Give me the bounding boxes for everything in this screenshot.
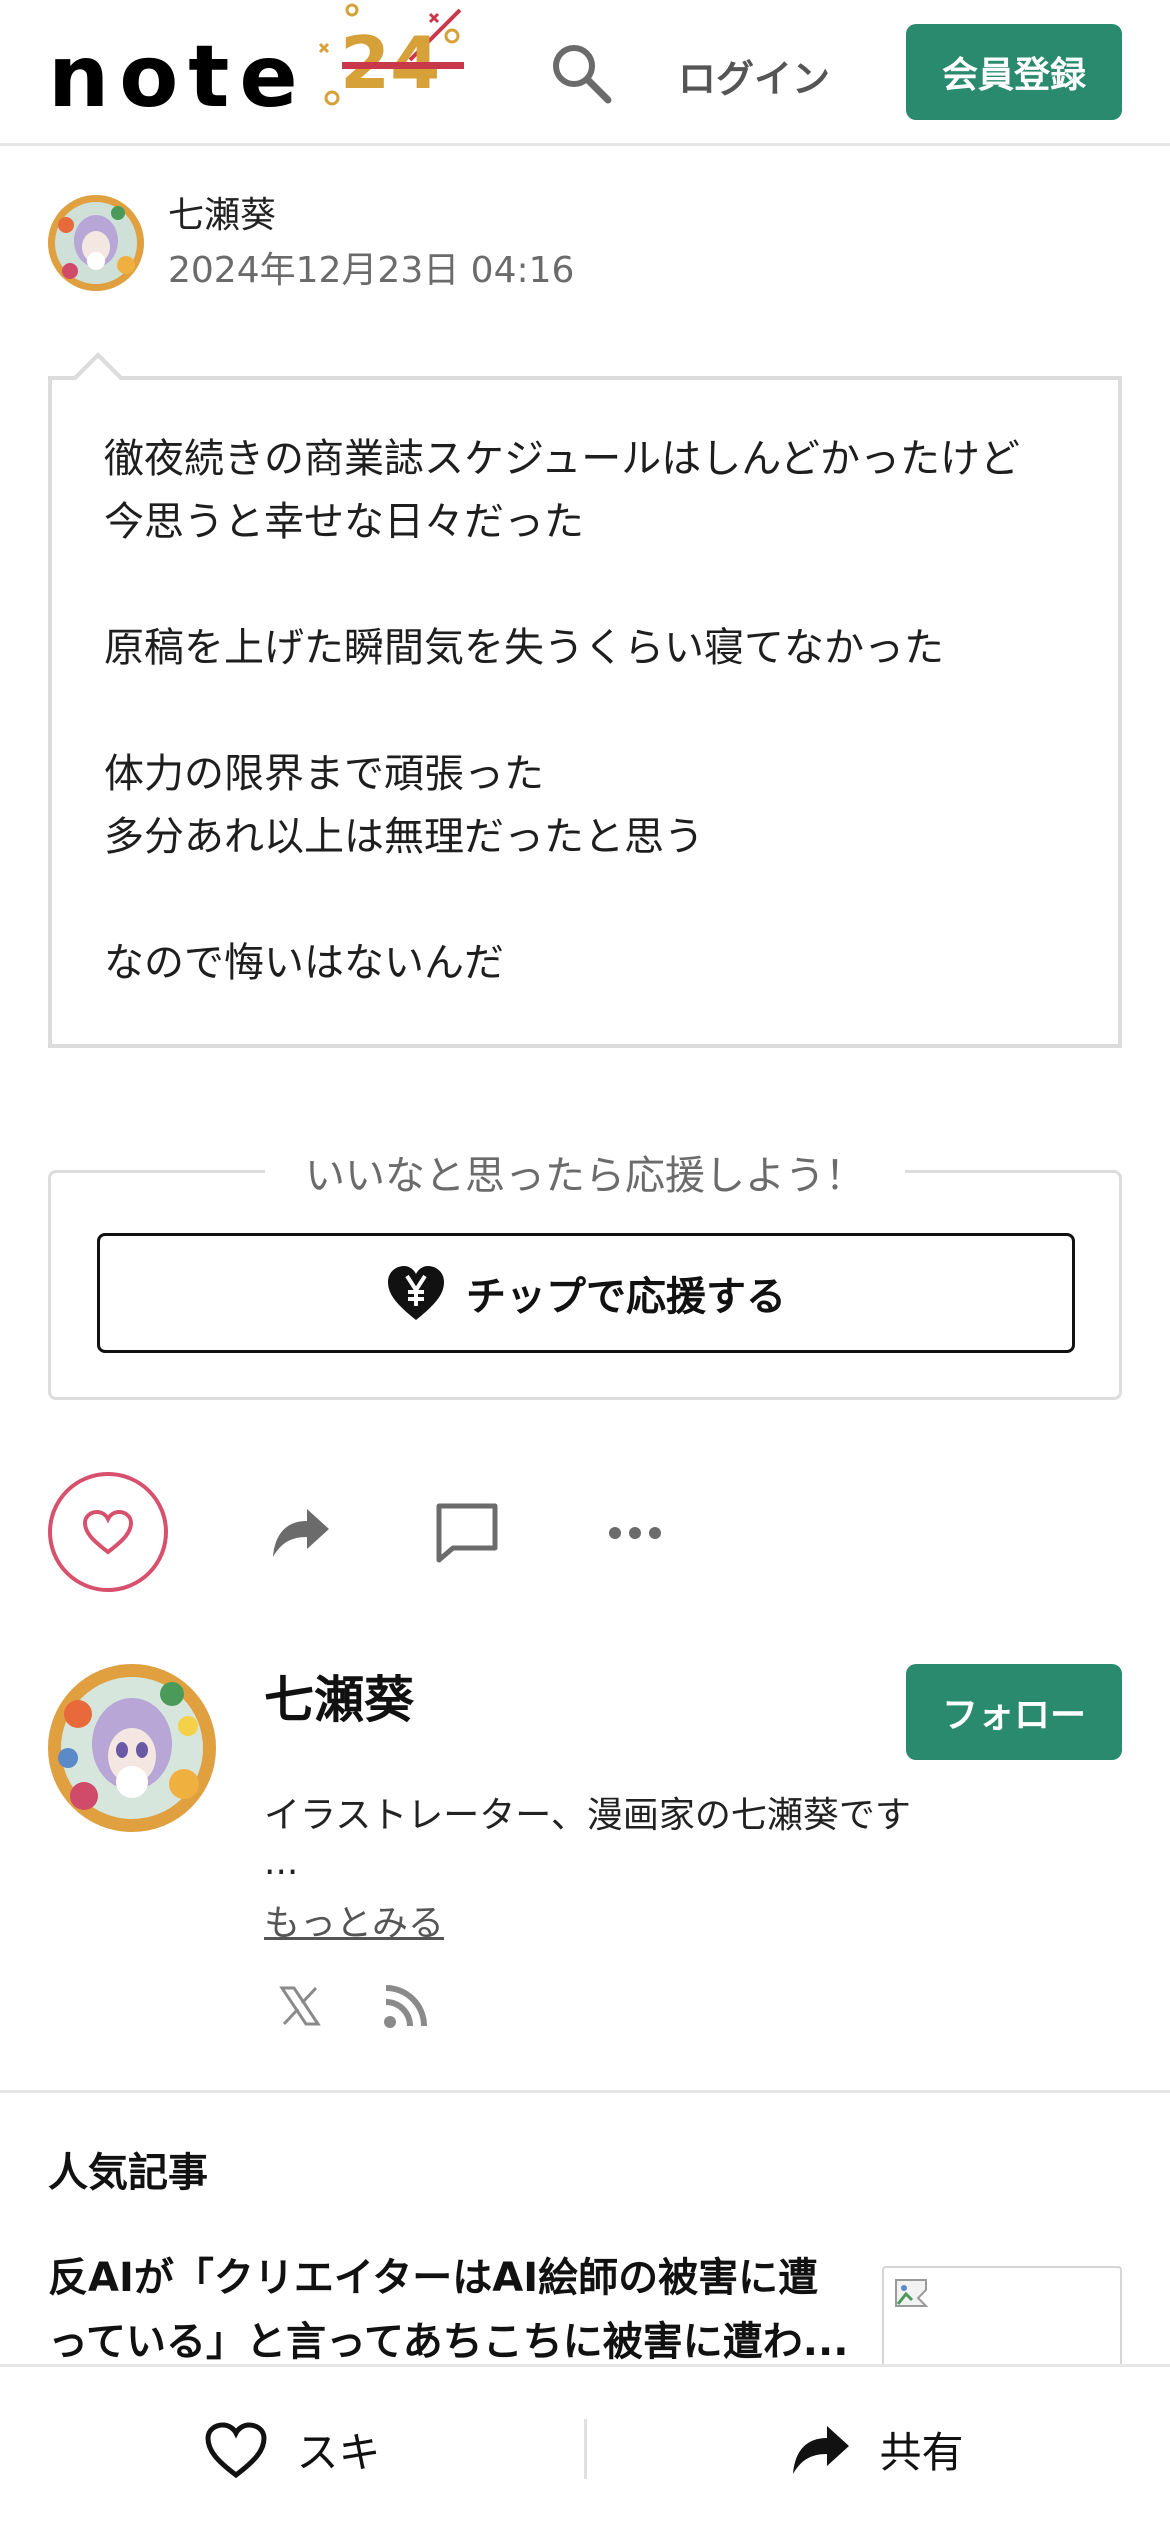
post-line [104,554,1066,617]
post-line: 徹夜続きの商業誌スケジュールはしんどかったけど [104,436,1020,482]
avatar[interactable] [48,195,144,292]
post-author[interactable]: 七瀬葵 2024年12月23日 04:16 [48,194,574,292]
bio-ellipsis: ... [264,1842,299,1883]
creator-name[interactable]: 七瀬葵 [264,1660,414,1732]
follow-button[interactable]: フォロー [906,1664,1122,1760]
heart-icon [205,2421,267,2478]
section-divider [0,2090,1170,2093]
like-button[interactable] [48,1472,168,1592]
x-icon[interactable] [270,1976,330,2036]
post-line: 原稿を上げた瞬間気を失うくらい寝てなかった [104,625,944,671]
popular-articles-heading: 人気記事 [48,2150,208,2196]
creator-bio: イラストレーター、漫画家の七瀬葵です [264,1795,911,1836]
login-link[interactable]: ログイン [678,48,830,103]
bottom-like-button[interactable]: スキ [0,2367,585,2532]
author-name[interactable]: 七瀬葵 [168,194,574,237]
note-logo[interactable]: note [48,22,308,132]
tip-button-label: チップで応援する [466,1274,786,1320]
yen-heart-icon [388,1266,444,1320]
post-line: 多分あれ以上は無理だったと思う [104,814,704,860]
tip-section: いいなと思ったら応援しよう！ チップで応援する [48,1153,1122,1400]
broken-image-icon [895,2279,929,2307]
heart-icon [82,1509,134,1555]
read-more-link[interactable]: もっとみる [264,1894,444,1946]
post-line: なので悔いはないんだ [104,940,504,986]
post-date: 2024年12月23日 04:16 [168,250,575,292]
popular-article-title[interactable]: 反AIが「クリエイターはAI絵師の被害に遭 っている」と言ってあちこちに被害に遭… [48,2246,868,2374]
logo-text: note [48,27,308,127]
header: note 24 ログイン 会員登録 [0,0,1170,146]
article-title-line: 反AIが「クリエイターはAI絵師の被害に遭 [48,2255,819,2301]
bottom-share-button[interactable]: 共有 [585,2367,1170,2532]
post-line [104,680,1066,743]
article-thumbnail[interactable] [882,2266,1122,2376]
post-line: 体力の限界まで頑張った [104,751,544,797]
share-label: 共有 [879,2428,964,2477]
post-line [104,869,1066,932]
share-arrow-icon[interactable] [266,1498,336,1568]
post-body: 徹夜続きの商業誌スケジュールはしんどかったけど 今思うと幸せな日々だった 原稿を… [48,352,1122,1048]
bottom-action-bar: スキ 共有 [0,2364,1170,2532]
post-line: 今思うと幸せな日々だった [104,499,584,545]
share-arrow-icon [793,2425,850,2474]
more-options-icon[interactable] [600,1498,670,1568]
rss-icon[interactable] [376,1976,436,2036]
search-icon[interactable] [548,40,614,106]
tip-caption: いいなと思ったら応援しよう！ [51,1143,1119,1201]
like-label: スキ [296,2428,381,2477]
comment-icon[interactable] [432,1498,502,1568]
signup-button[interactable]: 会員登録 [906,24,1122,120]
creator-avatar[interactable] [48,1664,216,1832]
tip-button[interactable]: チップで応援する [97,1233,1075,1353]
anniversary-badge-icon: 24 [318,3,464,106]
